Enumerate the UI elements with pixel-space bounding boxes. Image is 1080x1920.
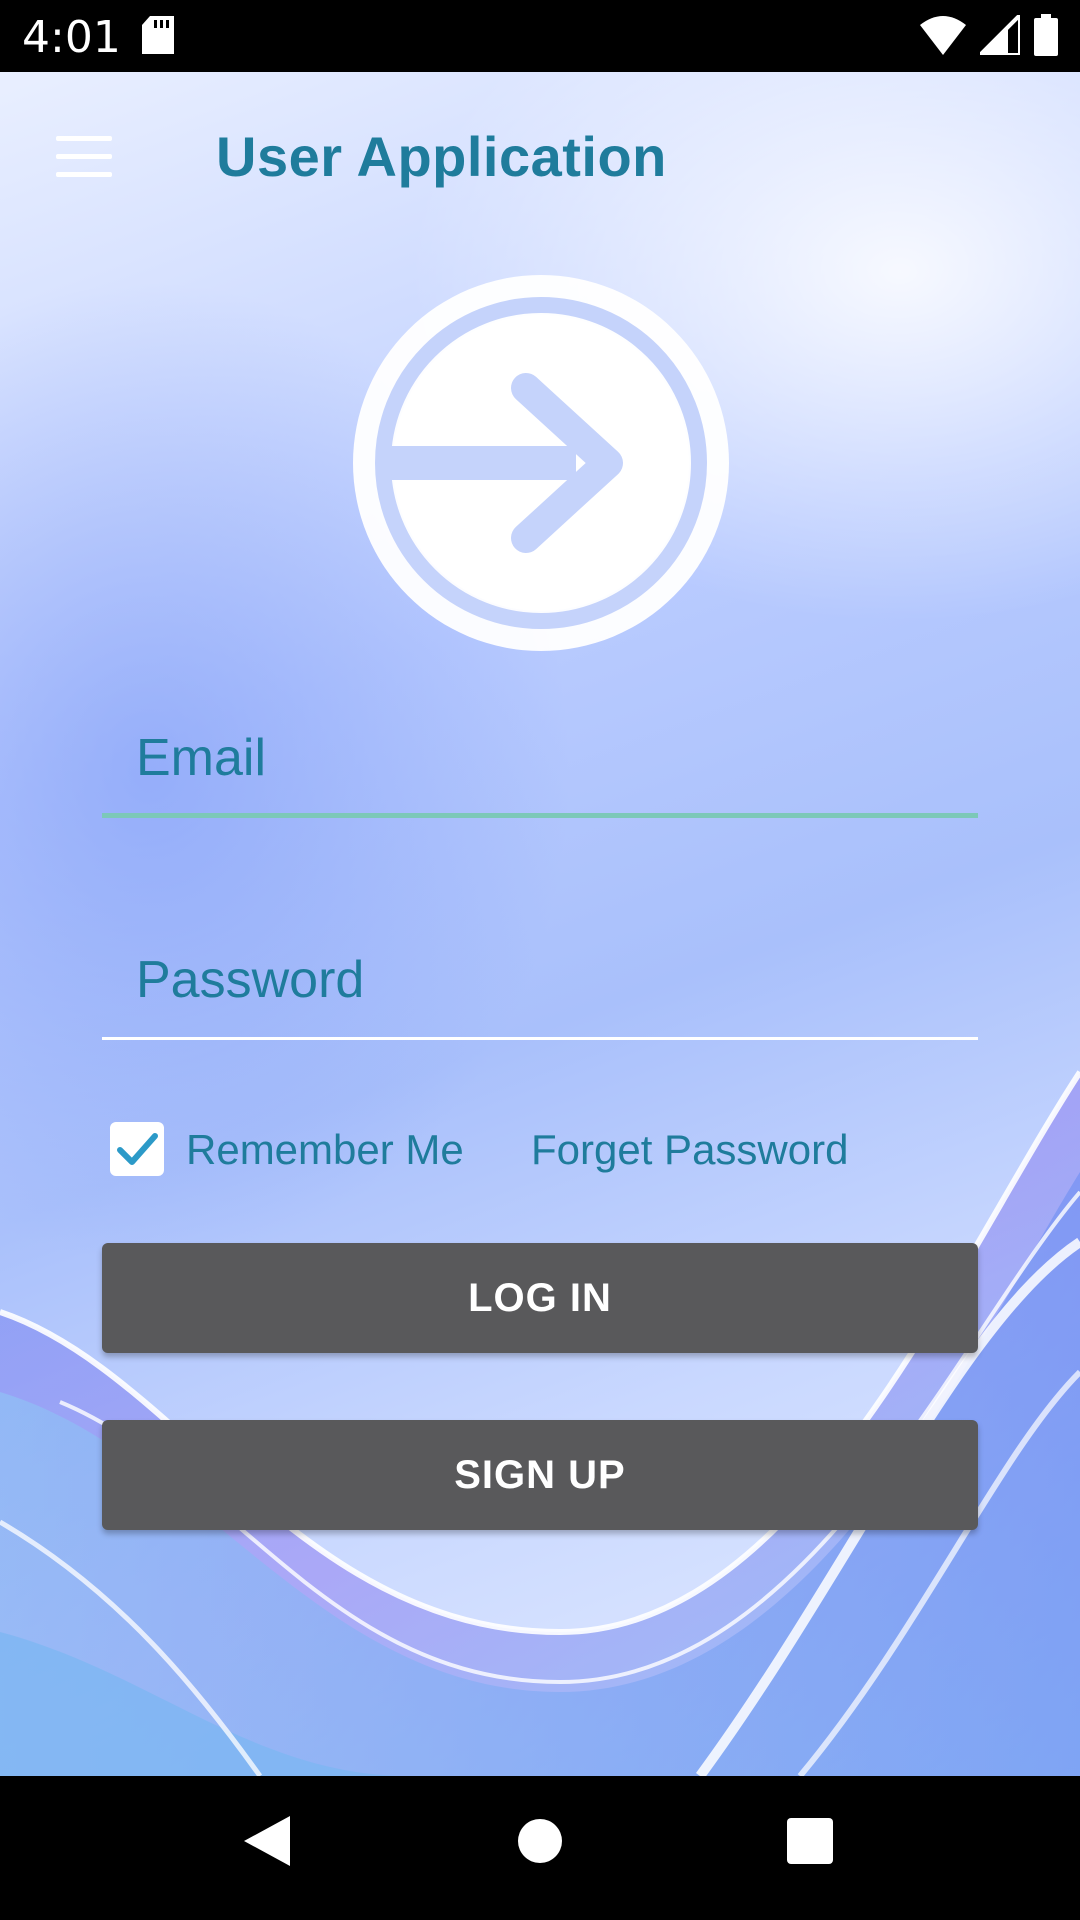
wifi-icon — [920, 15, 966, 60]
app-screen: User Application Email Password Remember… — [0, 72, 1080, 1776]
login-button[interactable]: LOG IN — [102, 1243, 978, 1353]
remember-row: Remember Me Forget Password — [110, 1118, 1010, 1178]
app-title: User Application — [216, 125, 667, 188]
password-placeholder: Password — [136, 951, 365, 1009]
login-arrow-circle-icon — [346, 268, 736, 658]
signup-button[interactable]: SIGN UP — [102, 1420, 978, 1530]
cellular-signal-icon — [975, 10, 1022, 60]
email-underline — [102, 813, 978, 818]
recents-icon[interactable] — [787, 1816, 833, 1871]
status-time: 4:01 — [22, 12, 121, 63]
checkmark-icon — [117, 1133, 158, 1165]
email-placeholder: Email — [136, 729, 267, 787]
back-icon[interactable] — [244, 1816, 290, 1871]
password-underline — [102, 1037, 978, 1040]
password-field[interactable]: Password — [102, 950, 978, 1040]
hamburger-menu-icon[interactable] — [56, 136, 112, 180]
status-icons — [920, 10, 1058, 61]
navigation-bar — [0, 1776, 1080, 1920]
home-icon[interactable] — [517, 1816, 563, 1871]
remember-me-label[interactable]: Remember Me — [186, 1126, 464, 1174]
forget-password-link[interactable]: Forget Password — [531, 1126, 848, 1174]
email-field[interactable]: Email — [102, 728, 978, 818]
sd-card-icon — [142, 16, 174, 59]
status-bar: 4:01 — [0, 0, 1080, 72]
remember-me-checkbox[interactable] — [110, 1122, 164, 1176]
battery-icon — [1034, 14, 1058, 61]
